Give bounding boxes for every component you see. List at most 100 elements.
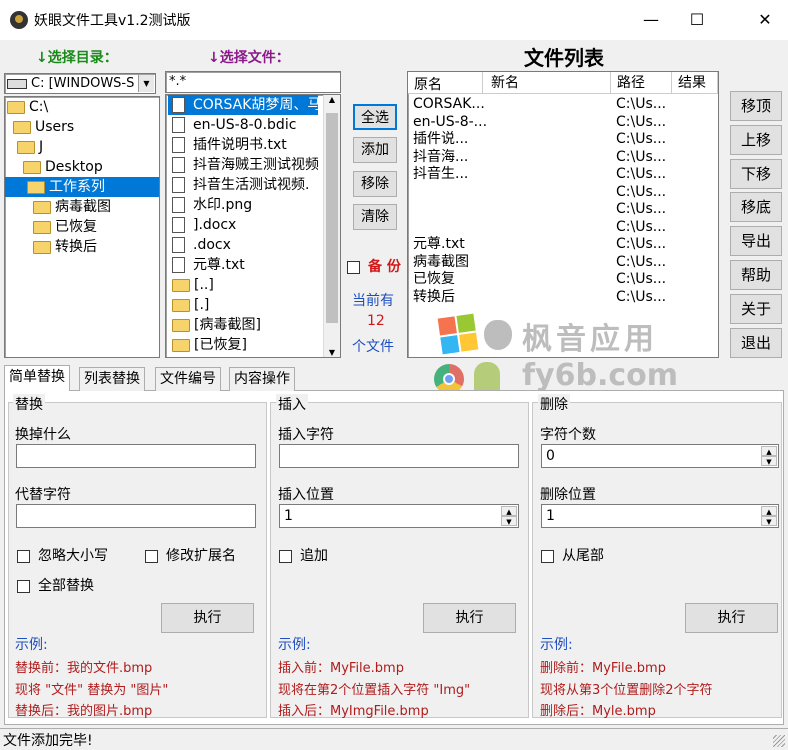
file-item[interactable]: ].docx	[168, 215, 318, 235]
file-icon	[172, 257, 185, 273]
apple-logo-icon	[484, 320, 512, 350]
find-label: 换掉什么	[15, 427, 71, 443]
insert-chars-input[interactable]	[279, 444, 519, 468]
list-row[interactable]: 抖音生... C:\Us...	[408, 166, 718, 183]
file-item[interactable]: 元尊.txt	[168, 255, 318, 275]
file-item[interactable]: [..]	[168, 275, 318, 295]
about-button[interactable]: 关于	[730, 293, 782, 324]
file-item[interactable]: .docx	[168, 235, 318, 255]
spinner-arrows[interactable]: ▲ ▼	[761, 506, 777, 526]
replace-execute-button[interactable]: 执行	[161, 603, 254, 633]
spinner-arrows[interactable]: ▲ ▼	[761, 446, 777, 466]
file-list-scrollbar[interactable]: ▲ ▼	[323, 95, 340, 357]
backup-checkbox[interactable]: 备 份	[347, 256, 401, 276]
watermark-text: 枫音应用	[522, 322, 658, 357]
select-all-button[interactable]: 全选	[353, 104, 397, 130]
delete-count-label: 字符个数	[540, 427, 596, 443]
delete-title: 删除	[538, 394, 570, 414]
file-filter-input[interactable]: *.*	[165, 71, 341, 93]
exit-button[interactable]: 退出	[730, 327, 782, 358]
remove-button[interactable]: 移除	[353, 171, 397, 197]
file-list[interactable]: CORSAK胡梦周、马 en-US-8-0.bdic 插件说明书.txt 抖音海贼王测…	[165, 94, 341, 358]
from-end-checkbox[interactable]: 从尾部	[541, 545, 604, 565]
maximize-button[interactable]: ☐	[674, 0, 720, 40]
file-item[interactable]: en-US-8-0.bdic	[168, 115, 318, 135]
list-row[interactable]: 元尊.txt C:\Us...	[408, 236, 718, 253]
insert-title: 插入	[276, 394, 308, 414]
file-item[interactable]: [已恢复]	[168, 335, 318, 355]
count-prefix: 当前有	[352, 293, 394, 309]
col-new-name[interactable]: 新名	[482, 72, 519, 94]
tree-item[interactable]: Users	[13, 117, 74, 137]
row-path: C:\Us...	[616, 148, 667, 165]
tree-item[interactable]: 转换后	[33, 237, 97, 257]
col-result[interactable]: 结果	[671, 72, 718, 94]
export-button[interactable]: 导出	[730, 226, 782, 257]
folder-icon	[33, 220, 51, 234]
list-row[interactable]: 抖音海... C:\Us...	[408, 149, 718, 166]
append-checkbox[interactable]: 追加	[279, 545, 328, 565]
modify-extension-checkbox[interactable]: 修改扩展名	[145, 545, 236, 565]
file-item[interactable]: 插件说明书.txt	[168, 135, 318, 155]
move-up-button[interactable]: 上移	[730, 124, 782, 155]
col-original-name[interactable]: 原名	[414, 74, 442, 94]
row-path: C:\Us...	[616, 131, 667, 147]
file-item[interactable]: [病毒截图]	[168, 315, 318, 335]
tree-item[interactable]: Desktop	[23, 157, 103, 177]
list-row[interactable]: CORSAK... C:\Us...	[408, 96, 718, 113]
tree-item[interactable]: J	[17, 137, 43, 157]
list-row[interactable]: 已恢复 C:\Us...	[408, 271, 718, 288]
directory-tree[interactable]: C:\ Users J Desktop 工作系列 病毒截图 已恢复 转换后	[4, 96, 160, 358]
file-item[interactable]: 抖音生活测试视频.	[168, 175, 318, 195]
replace-all-checkbox[interactable]: 全部替换	[17, 575, 94, 595]
tree-item[interactable]: 已恢复	[33, 217, 97, 237]
tab-simple-replace[interactable]: 简单替换	[4, 365, 70, 391]
help-button[interactable]: 帮助	[730, 260, 782, 290]
delete-count-spinner[interactable]: 0 ▲ ▼	[541, 444, 779, 468]
tree-item[interactable]: C:\	[7, 97, 48, 117]
insert-execute-button[interactable]: 执行	[423, 603, 516, 633]
list-row[interactable]: en-US-8-... C:\Us...	[408, 114, 718, 131]
tree-item[interactable]: 病毒截图	[33, 197, 111, 217]
delete-execute-button[interactable]: 执行	[685, 603, 778, 633]
folder-open-icon	[27, 180, 45, 194]
delete-position-label: 删除位置	[540, 487, 596, 503]
file-item[interactable]: CORSAK胡梦周、马	[168, 95, 318, 115]
insert-position-spinner[interactable]: 1 ▲ ▼	[279, 504, 519, 528]
list-row[interactable]: C:\Us...	[408, 201, 718, 218]
resize-grip-icon[interactable]	[773, 735, 785, 747]
minimize-button[interactable]: —	[628, 0, 674, 40]
list-row[interactable]: C:\Us...	[408, 184, 718, 201]
delete-position-spinner[interactable]: 1 ▲ ▼	[541, 504, 779, 528]
row-path: C:\Us...	[616, 96, 667, 112]
col-path[interactable]: 路径	[610, 72, 645, 94]
tab-content-ops[interactable]: 内容操作	[229, 367, 295, 391]
move-down-button[interactable]: 下移	[730, 158, 782, 189]
list-row[interactable]: 插件说... C:\Us...	[408, 131, 718, 148]
insert-position-label: 插入位置	[278, 487, 334, 503]
ignore-case-checkbox[interactable]: 忽略大小写	[17, 545, 108, 565]
list-row[interactable]: 转换后 C:\Us...	[408, 289, 718, 306]
list-row[interactable]: 病毒截图 C:\Us...	[408, 254, 718, 271]
file-item[interactable]: 水印.png	[168, 195, 318, 215]
drive-select[interactable]: C: [WINDOWS-S ▼	[4, 73, 156, 94]
close-button[interactable]: ✕	[742, 0, 788, 40]
file-icon	[172, 177, 185, 193]
list-row[interactable]: C:\Us...	[408, 219, 718, 236]
spinner-arrows[interactable]: ▲ ▼	[501, 506, 517, 526]
tab-list-replace[interactable]: 列表替换	[79, 367, 145, 391]
move-bottom-button[interactable]: 移底	[730, 192, 782, 223]
folder-icon	[172, 318, 190, 332]
insert-example-before: 插入前：MyFile.bmp	[278, 661, 404, 676]
replace-with-input[interactable]	[16, 504, 256, 528]
file-item[interactable]: 抖音海贼王测试视频	[168, 155, 318, 175]
tree-item-selected[interactable]: 工作系列	[5, 177, 159, 197]
move-top-button[interactable]: 移顶	[730, 91, 782, 121]
file-item[interactable]: [.]	[168, 295, 318, 315]
delete-example-label: 示例:	[540, 637, 573, 653]
find-input[interactable]	[16, 444, 256, 468]
clear-button[interactable]: 清除	[353, 204, 397, 230]
add-button[interactable]: 添加	[353, 137, 397, 163]
tab-file-numbering[interactable]: 文件编号	[155, 367, 221, 391]
chevron-down-icon: ▼	[138, 75, 154, 92]
